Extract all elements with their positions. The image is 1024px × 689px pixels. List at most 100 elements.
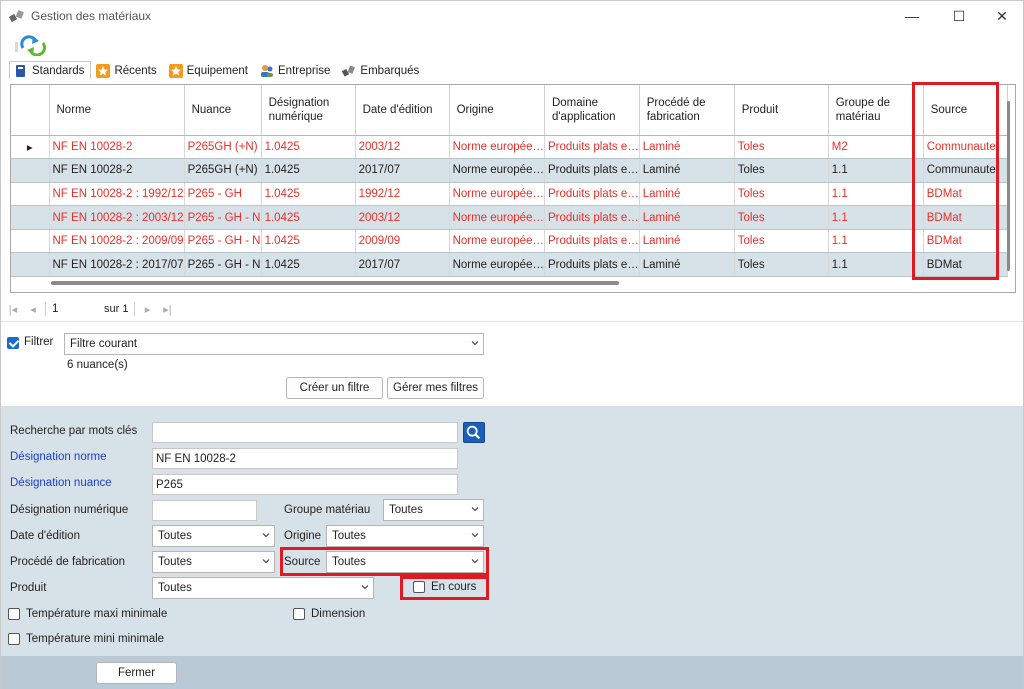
column-header[interactable]: Désignation numérique <box>261 85 356 136</box>
dimension-label: Dimension <box>311 608 366 620</box>
title-bar: Gestion des matériaux — ☐ ✕ <box>1 1 1023 31</box>
grade-count: 6 nuance(s) <box>67 359 128 371</box>
process-select[interactable]: Toutes <box>152 551 275 573</box>
table-cell: 1992/12 <box>355 182 450 207</box>
process-label: Procédé de fabrication <box>10 556 126 568</box>
table-cell: P265 - GH - N <box>184 205 262 230</box>
table-cell: Produits plats e… <box>544 229 640 254</box>
temp-max-checkbox[interactable] <box>8 608 20 620</box>
table-cell: 1.1 <box>828 182 924 207</box>
table-cell: Norme europée… <box>449 229 545 254</box>
origin-select[interactable]: Toutes <box>326 525 484 547</box>
create-filter-button[interactable]: Créer un filtre <box>286 377 383 399</box>
table-cell: 2017/07 <box>355 252 450 278</box>
table-cell: M2 <box>828 135 924 160</box>
next-page-button[interactable]: ▸ <box>137 303 157 316</box>
column-header[interactable]: Norme <box>49 85 185 136</box>
keywords-input[interactable] <box>152 422 458 443</box>
tab-recents[interactable]: Récents <box>91 61 163 79</box>
divider <box>1 321 1023 322</box>
table-cell: 1.0425 <box>261 252 356 278</box>
manage-filters-button[interactable]: Gérer mes filtres <box>387 377 484 399</box>
table-row[interactable]: NF EN 10028-2 : 2003/12 P265 - GH - N 1.04… <box>11 205 1008 230</box>
material-group-value: Toutes <box>389 504 423 516</box>
temp-max-label: Température maxi minimale <box>26 608 168 620</box>
column-header[interactable]: Origine <box>449 85 545 136</box>
source-filter-highlight <box>280 547 489 576</box>
table-cell: Laminé <box>639 158 735 183</box>
table-cell: NF EN 10028-2 : 1992/12 <box>49 182 185 207</box>
column-header[interactable]: Nuance <box>184 85 262 136</box>
norm-designation-input[interactable] <box>152 448 458 469</box>
column-header[interactable]: Domaine d'application <box>544 85 640 136</box>
materials-grid[interactable]: Norme Nuance Désignation numérique Date d'é… <box>10 84 1016 293</box>
table-row[interactable]: NF EN 10028-2 : 2009/09 P265 - GH - N 1.04… <box>11 229 1008 254</box>
row-selector[interactable]: ▸ <box>11 135 50 160</box>
material-group-label: Groupe matériau <box>284 504 371 516</box>
close-window-button[interactable]: ✕ <box>979 1 1024 31</box>
maximize-button[interactable]: ☐ <box>936 1 982 31</box>
numeric-designation-input[interactable] <box>152 500 257 521</box>
table-cell: NF EN 10028-2 : 2003/12 <box>49 205 185 230</box>
row-selector[interactable] <box>11 205 50 230</box>
edition-date-select[interactable]: Toutes <box>152 525 275 547</box>
close-button[interactable]: Fermer <box>96 662 177 684</box>
tab-embarques[interactable]: Embarqués <box>337 61 426 79</box>
edition-date-label: Date d'édition <box>10 530 80 542</box>
horizontal-scrollbar[interactable] <box>51 281 619 285</box>
previous-page-button[interactable]: ◂ <box>23 303 43 316</box>
first-page-button[interactable]: |◂ <box>3 303 23 316</box>
row-selector[interactable] <box>11 252 50 278</box>
row-selector[interactable] <box>11 158 50 183</box>
row-selector[interactable] <box>11 229 50 254</box>
dimension-checkbox[interactable] <box>293 608 305 620</box>
table-cell: Toles <box>734 229 829 254</box>
table-cell: NF EN 10028-2 <box>49 158 185 183</box>
tab-label: Standards <box>32 64 85 77</box>
tab-label: Entreprise <box>278 64 331 77</box>
filter-checkbox[interactable] <box>7 337 19 349</box>
in-progress-highlight <box>400 576 489 600</box>
product-select[interactable]: Toutes <box>152 577 374 599</box>
refresh-icon[interactable] <box>13 34 47 56</box>
tab-label: Equipement <box>186 64 248 77</box>
table-row[interactable]: NF EN 10028-2 P265GH (+N) 1.0425 2017/07 Nor… <box>11 158 1008 183</box>
pager: |◂ ◂ sur 1 ▸ ▸| <box>1 297 1016 321</box>
table-cell: 1.1 <box>828 205 924 230</box>
grade-designation-input[interactable] <box>152 474 458 495</box>
current-filter-select[interactable]: Filtre courant <box>64 333 484 355</box>
material-group-select[interactable]: Toutes <box>383 499 484 521</box>
tab-equipement[interactable]: Equipement <box>164 61 255 79</box>
page-number-input[interactable] <box>48 300 98 318</box>
tab-entreprise[interactable]: Entreprise <box>255 61 337 79</box>
table-cell: Toles <box>734 158 829 183</box>
table-cell: 1.1 <box>828 229 924 254</box>
table-cell: Norme europée… <box>449 252 545 278</box>
search-button[interactable] <box>463 422 485 443</box>
table-cell: Laminé <box>639 205 735 230</box>
minimize-button[interactable]: — <box>889 1 935 31</box>
pager-separator <box>45 302 46 316</box>
column-header[interactable]: Groupe de matériau <box>828 85 924 136</box>
table-row[interactable]: ▸ NF EN 10028-2 P265GH (+N) 1.0425 2003/12 No… <box>11 135 1008 160</box>
column-header[interactable]: Procédé de fabrication <box>639 85 735 136</box>
table-row[interactable]: NF EN 10028-2 : 2017/07 P265 - GH - N 1.04… <box>11 252 1008 278</box>
temp-min-checkbox[interactable] <box>8 633 20 645</box>
tab-strip: Standards Récents Equipement Entreprise … <box>9 61 426 79</box>
grade-designation-label[interactable]: Désignation nuance <box>10 477 112 489</box>
table-cell: 1.1 <box>828 252 924 278</box>
table-cell: 2017/07 <box>355 158 450 183</box>
column-header[interactable]: Produit <box>734 85 829 136</box>
page-count-label: sur 1 <box>104 303 129 315</box>
table-row[interactable]: NF EN 10028-2 : 1992/12 P265 - GH 1.0425 19… <box>11 182 1008 207</box>
vertical-scrollbar[interactable] <box>1007 101 1010 271</box>
chevron-down-icon <box>262 559 270 564</box>
column-header[interactable]: Date d'édition <box>355 85 450 136</box>
norm-designation-label[interactable]: Désignation norme <box>10 451 107 463</box>
chevron-down-icon <box>471 341 479 346</box>
last-page-button[interactable]: ▸| <box>157 303 177 316</box>
row-selector[interactable] <box>11 182 50 207</box>
search-icon <box>466 425 481 440</box>
materials-window: Gestion des matériaux — ☐ ✕ Standards Ré… <box>0 0 1024 689</box>
tab-standards[interactable]: Standards <box>9 61 92 79</box>
